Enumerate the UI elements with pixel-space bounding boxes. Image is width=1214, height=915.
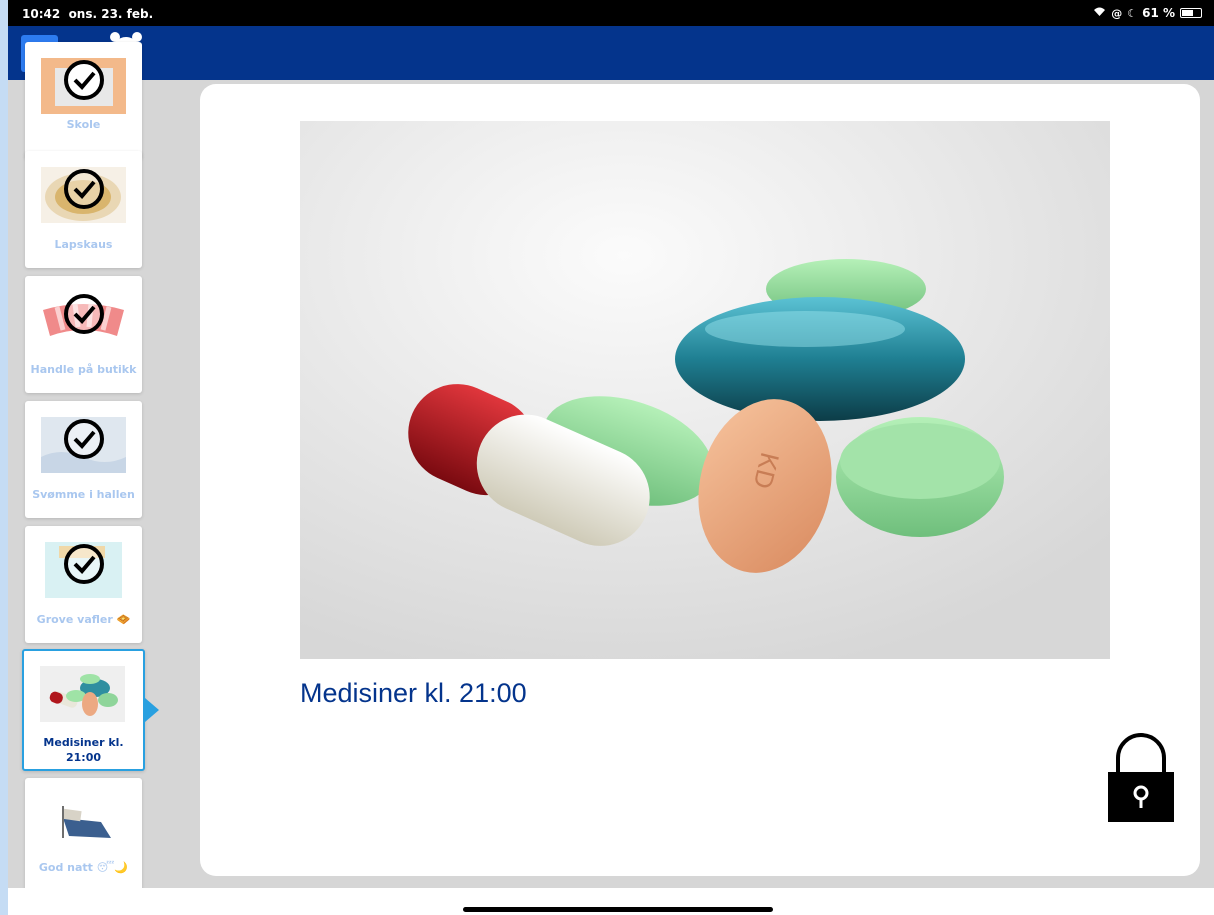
done-check-icon xyxy=(64,294,104,334)
schedule-item-label: Skole xyxy=(66,118,101,131)
status-bar: 10:42 ons. 23. feb. @ ☾ 61 % xyxy=(8,0,1214,26)
home-indicator[interactable] xyxy=(463,907,773,912)
schedule-item-medisiner[interactable]: Medisiner kl. 21:00 xyxy=(22,649,145,771)
schedule-item-handle[interactable]: Handle på butikk xyxy=(25,276,142,393)
done-check-icon xyxy=(64,60,104,100)
schedule-item-lapskaus[interactable]: Lapskaus xyxy=(25,151,142,268)
medicine-photo: KD xyxy=(300,121,1110,659)
activity-title: Medisiner kl. 21:00 xyxy=(300,678,527,708)
schedule-sidebar: Skole Lapskaus Handle på butikk Svømme i… xyxy=(8,42,173,915)
schedule-item-label: Lapskaus xyxy=(54,238,113,251)
schedule-item-label: Medisiner kl. 21:00 xyxy=(43,736,124,764)
lock-rotation-icon: @ xyxy=(1111,6,1123,20)
schedule-item-label: Handle på butikk xyxy=(30,363,137,376)
done-check-icon xyxy=(64,544,104,584)
moon-icon: ☾ xyxy=(1127,6,1138,20)
status-time: 10:42 ons. 23. feb. xyxy=(22,7,154,21)
schedule-item-label: Svømme i hallen xyxy=(32,488,135,501)
wifi-icon xyxy=(1093,6,1106,20)
schedule-item-svomme[interactable]: Svømme i hallen xyxy=(25,401,142,518)
schedule-item-label: God natt 😴🌙 xyxy=(38,861,129,874)
padlock-icon[interactable] xyxy=(1106,732,1176,824)
done-check-icon xyxy=(64,169,104,209)
pills-thumbnail xyxy=(40,666,125,722)
status-indicators: @ ☾ 61 % xyxy=(1093,6,1202,20)
ipad-screen: 10:42 ons. 23. feb. @ ☾ 61 % ← xyxy=(8,0,1214,915)
schedule-item-skole[interactable]: Skole xyxy=(25,42,142,159)
activity-detail-card: KD Medisiner kl. 21:00 xyxy=(200,84,1200,876)
done-check-icon xyxy=(64,419,104,459)
schedule-item-god-natt[interactable]: God natt 😴🌙 xyxy=(25,778,142,895)
active-item-pointer xyxy=(145,698,159,722)
bed-thumbnail xyxy=(41,794,126,850)
schedule-item-vafler[interactable]: Grove vafler 🧇 xyxy=(25,526,142,643)
schedule-item-label: Grove vafler 🧇 xyxy=(36,613,131,626)
battery-icon xyxy=(1180,8,1202,18)
app-bar: ← xyxy=(8,26,1214,80)
battery-percent: 61 % xyxy=(1142,6,1175,20)
